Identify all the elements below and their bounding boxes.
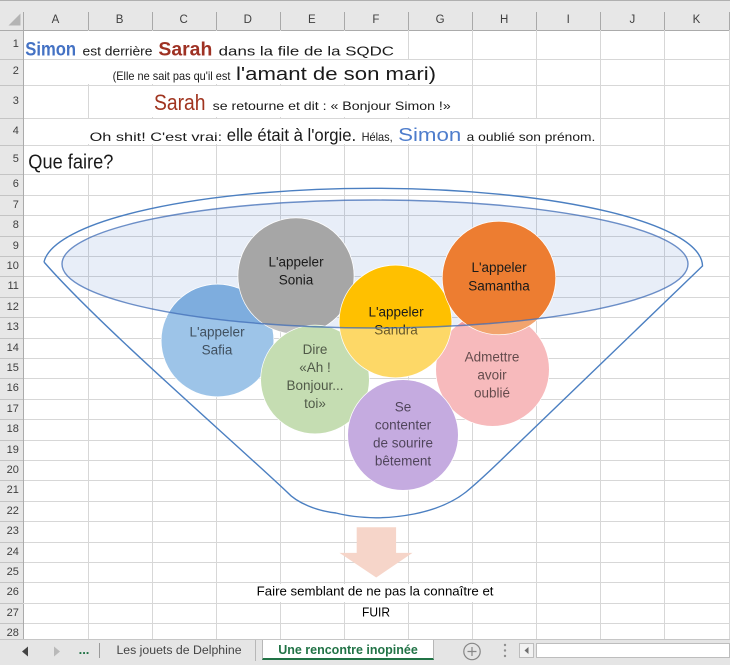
svg-text:Faire semblant de ne pas la co: Faire semblant de ne pas la connaître et	[257, 585, 494, 599]
svg-text:FUIR: FUIR	[362, 606, 390, 620]
